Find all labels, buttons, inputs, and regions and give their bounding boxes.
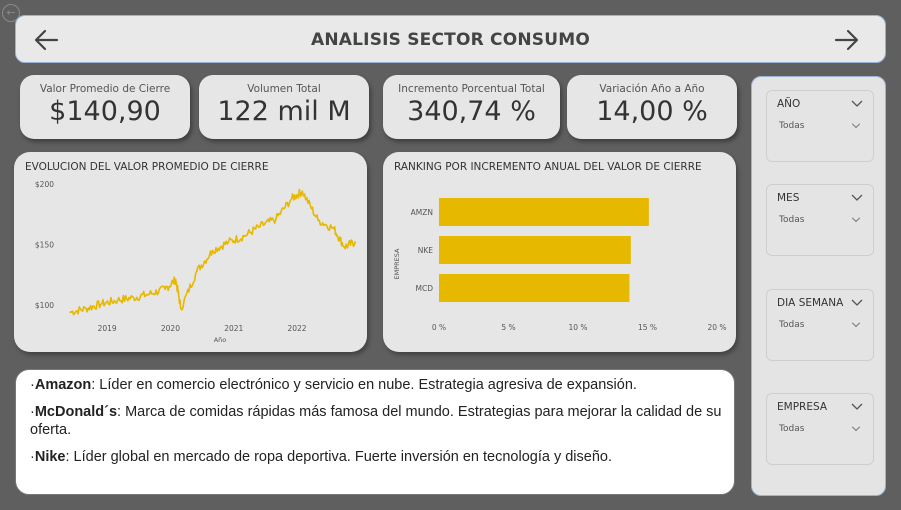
series-line (70, 188, 356, 316)
filter-panel: AÑO Todas MES Todas DIA SEMANA Todas EMP… (751, 76, 886, 496)
slicer-value[interactable]: Todas (779, 121, 804, 131)
data-point (243, 235, 246, 237)
note-text: : Marca de comidas rápidas más famosa de… (30, 404, 722, 438)
chevron-down-icon[interactable] (851, 403, 863, 411)
slicer-title: AÑO (777, 98, 801, 110)
slicer-weekday[interactable]: DIA SEMANA Todas (766, 289, 874, 361)
note-company-name: McDonald´s (34, 404, 118, 420)
data-point (85, 307, 87, 310)
kpi-card-total-increase: Incremento Porcentual Total 340,74 % (383, 75, 560, 139)
kpi-card-yoy-variation: Variación Año a Año 14,00 % (567, 75, 737, 139)
company-notes: ·Amazon: Líder en comercio electrónico y… (15, 369, 735, 495)
x-tick-label: 2022 (287, 324, 306, 333)
note-text: : Líder en comercio electrónico y servic… (91, 377, 637, 393)
note-nike: ·Nike: Líder global en mercado de ropa d… (30, 449, 612, 465)
kpi-label: Variación Año a Año (599, 83, 705, 95)
bar-mcd (439, 274, 630, 302)
x-tick-label: 20 % (707, 323, 726, 332)
slicer-value[interactable]: Todas (779, 215, 804, 225)
note-mcdonalds: ·McDonald´s: Marca de comidas rápidas má… (30, 404, 722, 438)
data-point (180, 307, 182, 310)
kpi-value: 122 mil M (217, 96, 351, 127)
kpi-value: 340,74 % (407, 96, 536, 127)
data-point (354, 241, 356, 243)
x-tick-label: 15 % (638, 323, 657, 332)
y-tick-label: $200 (35, 180, 54, 189)
kpi-card-avg-close: Valor Promedio de Cierre $140,90 (20, 75, 190, 139)
slicer-year[interactable]: AÑO Todas (766, 90, 874, 162)
x-tick-label: 10 % (568, 323, 587, 332)
arrow-right-icon[interactable] (831, 26, 861, 54)
chevron-down-icon[interactable] (851, 217, 861, 223)
kpi-value: 14,00 % (596, 96, 708, 127)
x-tick-label: 5 % (501, 323, 515, 332)
chevron-down-icon[interactable] (851, 426, 861, 432)
note-company-name: Nike (34, 449, 66, 465)
bar-nke (439, 236, 631, 264)
x-axis-label: Año (214, 336, 227, 344)
chevron-down-icon[interactable] (851, 100, 863, 108)
kpi-label: Volumen Total (247, 83, 321, 95)
header-bar: ANALISIS SECTOR CONSUMO (15, 15, 886, 63)
slicer-title: DIA SEMANA (777, 297, 844, 309)
chevron-down-icon[interactable] (851, 123, 861, 129)
note-company-name: Amazon (34, 377, 92, 393)
data-point (195, 270, 198, 272)
chevron-down-icon[interactable] (851, 299, 863, 307)
kpi-label: Valor Promedio de Cierre (39, 83, 171, 95)
data-point (148, 293, 151, 295)
chevron-down-icon[interactable] (851, 322, 861, 328)
kpi-card-total-volume: Volumen Total 122 mil M (199, 75, 369, 139)
data-point (100, 302, 103, 305)
bar-amzn (439, 198, 649, 226)
x-tick-label: 2021 (224, 324, 243, 333)
data-point (343, 245, 346, 248)
note-text: : Líder global en mercado de ropa deport… (65, 449, 612, 465)
kpi-label: Incremento Porcentual Total (398, 83, 545, 95)
data-point (317, 219, 320, 222)
data-point (259, 225, 262, 228)
slicer-month[interactable]: MES Todas (766, 184, 874, 256)
data-point (227, 241, 230, 243)
data-point (301, 190, 304, 193)
slicer-title: MES (777, 192, 800, 204)
data-point (132, 296, 135, 299)
chevron-down-icon[interactable] (851, 194, 863, 202)
x-tick-label: 2020 (161, 324, 180, 333)
slicer-value[interactable]: Todas (779, 424, 804, 434)
note-amazon: ·Amazon: Líder en comercio electrónico y… (30, 377, 637, 393)
data-point (290, 197, 293, 200)
y-tick-label: $100 (35, 301, 54, 310)
data-point (211, 249, 214, 252)
bar-chart: EMPRESA AMZN NKE MCD 0 % 5 % 10 % 15 % 20 % (393, 198, 727, 332)
y-axis-label: EMPRESA (393, 248, 401, 280)
data-point (275, 218, 277, 220)
line-chart-panel[interactable]: EVOLUCION DEL VALOR PROMEDIO DE CIERRE $… (14, 152, 367, 352)
page-title: ANALISIS SECTOR CONSUMO (311, 30, 590, 50)
slicer-value[interactable]: Todas (779, 320, 804, 330)
x-tick-label: 0 % (432, 323, 446, 332)
category-label: AMZN (411, 208, 433, 217)
data-point (69, 311, 72, 314)
line-chart: $100 $150 $200 2019 2020 2021 2022 Año (35, 180, 356, 344)
x-tick-label: 2019 (98, 324, 117, 333)
category-label: NKE (418, 246, 434, 255)
bar-chart-panel[interactable]: RANKING POR INCREMENTO ANUAL DEL VALOR D… (383, 152, 736, 352)
y-tick-label: $150 (35, 240, 54, 249)
slicer-title: EMPRESA (777, 401, 827, 413)
data-point (333, 227, 335, 230)
slicer-company[interactable]: EMPRESA Todas (766, 393, 874, 465)
kpi-value: $140,90 (49, 96, 161, 127)
data-point (164, 288, 167, 291)
category-label: MCD (416, 284, 434, 293)
data-point (174, 278, 177, 281)
data-point (116, 299, 119, 301)
